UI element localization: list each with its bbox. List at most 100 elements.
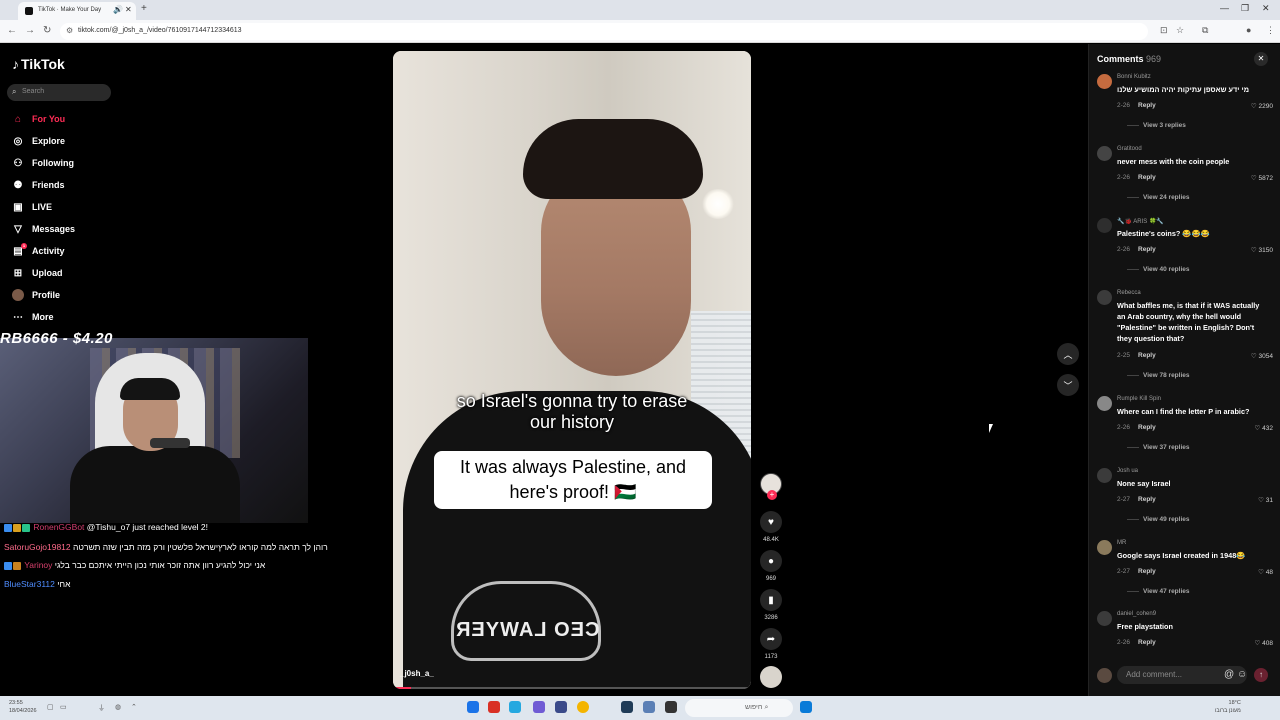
commenter-name[interactable]: Gratitood: [1117, 146, 1142, 152]
sidebar-item-live[interactable]: ▣ LIVE: [12, 200, 52, 214]
video-player[interactable]: CEO LAWYER so Israel's gonna try to eras…: [393, 51, 751, 689]
windows-start-icon[interactable]: [800, 701, 812, 713]
taskbar-app-icon[interactable]: [555, 701, 567, 713]
share-icon[interactable]: ➦: [760, 628, 782, 650]
comment-likes[interactable]: ♡ 408: [1240, 639, 1274, 647]
commenter-name[interactable]: Rumple Kill Spin: [1117, 396, 1161, 402]
taskbar-clock[interactable]: 23:55 18/04/2026: [9, 699, 37, 715]
follow-plus-icon[interactable]: +: [767, 490, 777, 500]
maximize-icon[interactable]: ❐: [1241, 3, 1249, 14]
mic-icon[interactable]: ⏚: [98, 703, 105, 713]
taskbar-app-icon[interactable]: [533, 701, 545, 713]
emoji-icon[interactable]: ☺: [1237, 669, 1247, 680]
chrome-icon[interactable]: [577, 701, 589, 713]
commenter-name[interactable]: Josh ua: [1117, 468, 1138, 474]
forward-icon[interactable]: →: [25, 25, 35, 36]
comment-likes[interactable]: ♡ 432: [1240, 424, 1274, 432]
taskbar-app-icon[interactable]: [643, 701, 655, 713]
mention-icon[interactable]: @: [1224, 669, 1234, 680]
music-disc-icon[interactable]: [760, 666, 782, 688]
commenter-name[interactable]: Rebecca: [1117, 290, 1141, 296]
reload-icon[interactable]: ↻: [43, 25, 51, 36]
sidebar-item-profile[interactable]: Profile: [12, 288, 60, 302]
commenter-name[interactable]: MR: [1117, 540, 1126, 546]
profile-icon[interactable]: ●: [1246, 25, 1251, 35]
weather-widget[interactable]: 18°C מעונן ברובו: [1215, 699, 1241, 715]
taskbar-app-icon[interactable]: [665, 701, 677, 713]
sidebar-item-upload[interactable]: ⊞ Upload: [12, 266, 63, 280]
like-action[interactable]: ♥ 48.4K: [760, 511, 782, 543]
reply-button[interactable]: Reply: [1138, 568, 1156, 575]
install-icon[interactable]: ⊡: [1160, 25, 1168, 36]
view-replies-button[interactable]: View 3 replies: [1127, 122, 1186, 129]
comment-likes[interactable]: ♡ 5872: [1240, 174, 1273, 182]
reply-button[interactable]: Reply: [1138, 352, 1156, 359]
site-info-icon[interactable]: ⚙: [66, 26, 73, 35]
previous-video-chevron-up-icon[interactable]: ︿: [1057, 343, 1079, 365]
reply-button[interactable]: Reply: [1138, 102, 1156, 109]
steam-icon[interactable]: [621, 701, 633, 713]
comment-icon[interactable]: ●: [760, 550, 782, 572]
comment-likes[interactable]: ♡ 3054: [1240, 352, 1273, 360]
video-progress-bar[interactable]: [393, 687, 751, 689]
close-comments-icon[interactable]: ✕: [1254, 52, 1268, 66]
sidebar-item-explore[interactable]: ◎ Explore: [12, 134, 65, 148]
network-icon[interactable]: ▭: [60, 703, 67, 711]
view-replies-button[interactable]: View 49 replies: [1127, 516, 1190, 523]
music-disc[interactable]: [760, 666, 782, 688]
commenter-avatar[interactable]: [1097, 74, 1112, 89]
security-icon[interactable]: ◍: [115, 703, 121, 711]
sidebar-item-activity[interactable]: ▤ 1 Activity: [12, 243, 65, 258]
view-replies-button[interactable]: View 47 replies: [1127, 588, 1190, 595]
sidebar-item-messages[interactable]: ▽ Messages: [12, 222, 75, 236]
search-input[interactable]: ⌕ Search: [7, 84, 111, 101]
extensions-icon[interactable]: ⧉: [1202, 25, 1208, 36]
taskbar-app-icon[interactable]: [467, 701, 479, 713]
next-video-chevron-down-icon[interactable]: ﹀: [1057, 374, 1079, 396]
bookmark-action[interactable]: ▮ 3286: [760, 589, 782, 621]
commenter-avatar[interactable]: [1097, 611, 1112, 626]
commenter-avatar[interactable]: [1097, 290, 1112, 305]
share-action[interactable]: ➦ 1173: [760, 628, 782, 660]
comment-action[interactable]: ● 969: [760, 550, 782, 582]
back-icon[interactable]: ←: [7, 25, 17, 36]
taskbar-app-icon[interactable]: [509, 701, 521, 713]
commenter-avatar[interactable]: [1097, 468, 1112, 483]
comment-likes[interactable]: ♡ 48: [1240, 568, 1273, 576]
view-replies-button[interactable]: View 78 replies: [1127, 372, 1190, 379]
commenter-avatar[interactable]: [1097, 218, 1112, 233]
reply-button[interactable]: Reply: [1138, 174, 1156, 181]
comment-likes[interactable]: ♡ 31: [1240, 496, 1273, 504]
sidebar-item-more[interactable]: ⋯ More: [12, 310, 54, 324]
new-tab-icon[interactable]: +: [141, 3, 147, 14]
comment-likes[interactable]: ♡ 3150: [1240, 246, 1273, 254]
sidebar-item-following[interactable]: ⚇ Following: [12, 156, 74, 170]
reply-button[interactable]: Reply: [1138, 496, 1156, 503]
heart-icon[interactable]: ♥: [760, 511, 782, 533]
tiktok-logo[interactable]: ♪ TikTok: [12, 56, 65, 72]
view-replies-button[interactable]: View 40 replies: [1127, 266, 1190, 273]
notification-icon[interactable]: ▢: [47, 703, 54, 711]
commenter-avatar[interactable]: [1097, 396, 1112, 411]
taskbar-app-icon[interactable]: [488, 701, 500, 713]
commenter-name[interactable]: daniel_cohen9: [1117, 611, 1156, 617]
audio-icon[interactable]: 🔊: [113, 5, 123, 14]
comment-likes[interactable]: ♡ 2290: [1240, 102, 1273, 110]
commenter-name[interactable]: 🔧🐞 ARIS 🍀🔧: [1117, 218, 1164, 225]
commenter-avatar[interactable]: [1097, 146, 1112, 161]
reply-button[interactable]: Reply: [1138, 639, 1156, 646]
browser-menu-icon[interactable]: ⋮: [1266, 25, 1275, 36]
commenter-avatar[interactable]: [1097, 540, 1112, 555]
view-replies-button[interactable]: View 37 replies: [1127, 444, 1190, 451]
author-avatar[interactable]: +: [760, 473, 782, 500]
tab-close-icon[interactable]: ✕: [125, 5, 132, 14]
video-author[interactable]: _j0sh_a_: [400, 669, 434, 678]
tray-chevron-up-icon[interactable]: ⌃: [131, 703, 137, 711]
taskbar-search[interactable]: חיפוש ⌕: [685, 699, 793, 717]
sidebar-item-for-you[interactable]: ⌂ For You: [12, 112, 65, 126]
bookmark-icon[interactable]: ▮: [760, 589, 782, 611]
view-replies-button[interactable]: View 24 replies: [1127, 194, 1190, 201]
reply-button[interactable]: Reply: [1138, 424, 1156, 431]
sidebar-item-friends[interactable]: ⚉ Friends: [12, 178, 65, 192]
reply-button[interactable]: Reply: [1138, 246, 1156, 253]
